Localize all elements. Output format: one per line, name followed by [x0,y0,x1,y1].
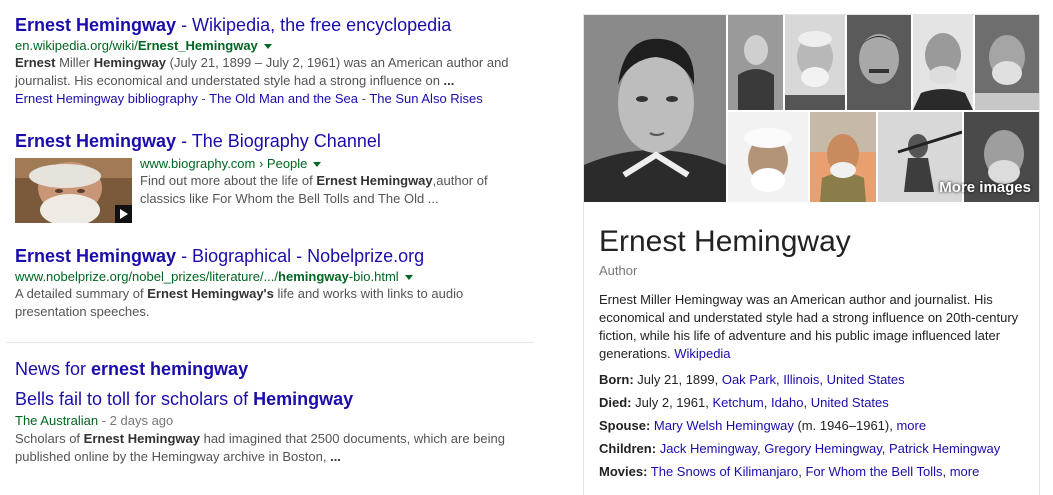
fact-more-link[interactable]: more [950,464,980,479]
fact-link[interactable]: Gregory Hemingway [764,441,882,456]
result-title-link[interactable]: Ernest Hemingway - Biographical - Nobelp… [15,246,424,266]
fact-row: Spouse: Mary Welsh Hemingway (m. 1946–19… [599,418,927,433]
thumbnail-photo[interactable] [728,15,783,110]
facts-list: Born: July 21, 1899, Oak Park, Illinois,… [599,368,1039,483]
entity-subtitle: Author [599,263,638,278]
fact-link[interactable]: For Whom the Bell Tolls [805,464,942,479]
thumbnail-photo[interactable] [810,112,876,202]
news-section: News for ernest hemingway Bells fail to … [15,358,525,466]
fact-more-link[interactable]: more [896,418,926,433]
fact-row: Died: July 2, 1961, Ketchum, Idaho, Unit… [599,395,889,410]
more-images-link[interactable]: More images [939,179,1031,196]
url-dropdown-icon[interactable] [404,275,413,281]
thumbnail-photo[interactable] [728,112,808,202]
fact-link[interactable]: Ketchum, Idaho, United States [712,395,888,410]
result-title-link[interactable]: Ernest Hemingway - Wikipedia, the free e… [15,15,451,35]
sitelink[interactable]: The Sun Also Rises [369,91,482,106]
url-dropdown-icon[interactable] [263,44,272,50]
entity-name: Ernest Hemingway [599,225,851,258]
url-dropdown-icon[interactable] [313,162,322,168]
sitelink[interactable]: The Old Man and the Sea [209,91,358,106]
sitelink[interactable]: Ernest Hemingway bibliography [15,91,198,106]
fact-row: Movies: The Snows of Kilimanjaro, For Wh… [599,464,980,479]
result-url: en.wikipedia.org/wiki/Ernest_Hemingway [15,38,525,54]
entity-description: Ernest Miller Hemingway was an American … [599,292,1019,361]
result-url: www.biography.com › People [140,156,490,172]
news-title-link[interactable]: Bells fail to toll for scholars of Hemin… [15,389,353,409]
result-thumbnail[interactable] [15,158,132,223]
thumbnail-photo[interactable] [975,15,1039,110]
result-sitelinks: Ernest Hemingway bibliography - The Old … [15,91,483,106]
main-photo[interactable] [584,15,726,202]
fact-link[interactable]: The Snows of Kilimanjaro [651,464,798,479]
news-snippet: Scholars of Ernest Hemingway had imagine… [15,431,505,464]
knowledge-panel: More images Ernest Hemingway Author Erne… [583,14,1040,495]
result-snippet: Ernest Miller Hemingway (July 21, 1899 –… [15,55,509,88]
thumbnail-photo[interactable] [785,15,845,110]
result-title-link[interactable]: Ernest Hemingway - The Biography Channel [15,131,381,151]
fact-link[interactable]: Oak Park, Illinois, United States [722,372,905,387]
search-result-biography: Ernest Hemingway - The Biography Channel… [15,130,488,226]
fact-row: Children: Jack Hemingway, Gregory Heming… [599,441,1001,456]
image-strip[interactable]: More images [584,15,1039,202]
fact-link[interactable]: Patrick Hemingway [889,441,1000,456]
fact-row: Born: July 21, 1899, Oak Park, Illinois,… [599,372,905,387]
news-source: The Australian - 2 days ago [15,413,174,428]
search-result-nobelprize: Ernest Hemingway - Biographical - Nobelp… [15,245,485,321]
result-url: www.nobelprize.org/nobel_prizes/literatu… [15,269,485,285]
fact-link[interactable]: Mary Welsh Hemingway [654,418,794,433]
result-snippet: Find out more about the life of Ernest H… [140,173,488,206]
thumbnail-photo[interactable] [913,15,973,110]
thumbnail-photo[interactable] [847,15,911,110]
search-result-wikipedia: Ernest Hemingway - Wikipedia, the free e… [15,14,525,107]
fact-link[interactable]: Jack Hemingway [660,441,757,456]
divider [6,342,534,343]
wikipedia-link[interactable]: Wikipedia [674,346,730,361]
news-heading-link[interactable]: News for ernest hemingway [15,359,248,379]
result-snippet: A detailed summary of Ernest Hemingway's… [15,286,464,319]
